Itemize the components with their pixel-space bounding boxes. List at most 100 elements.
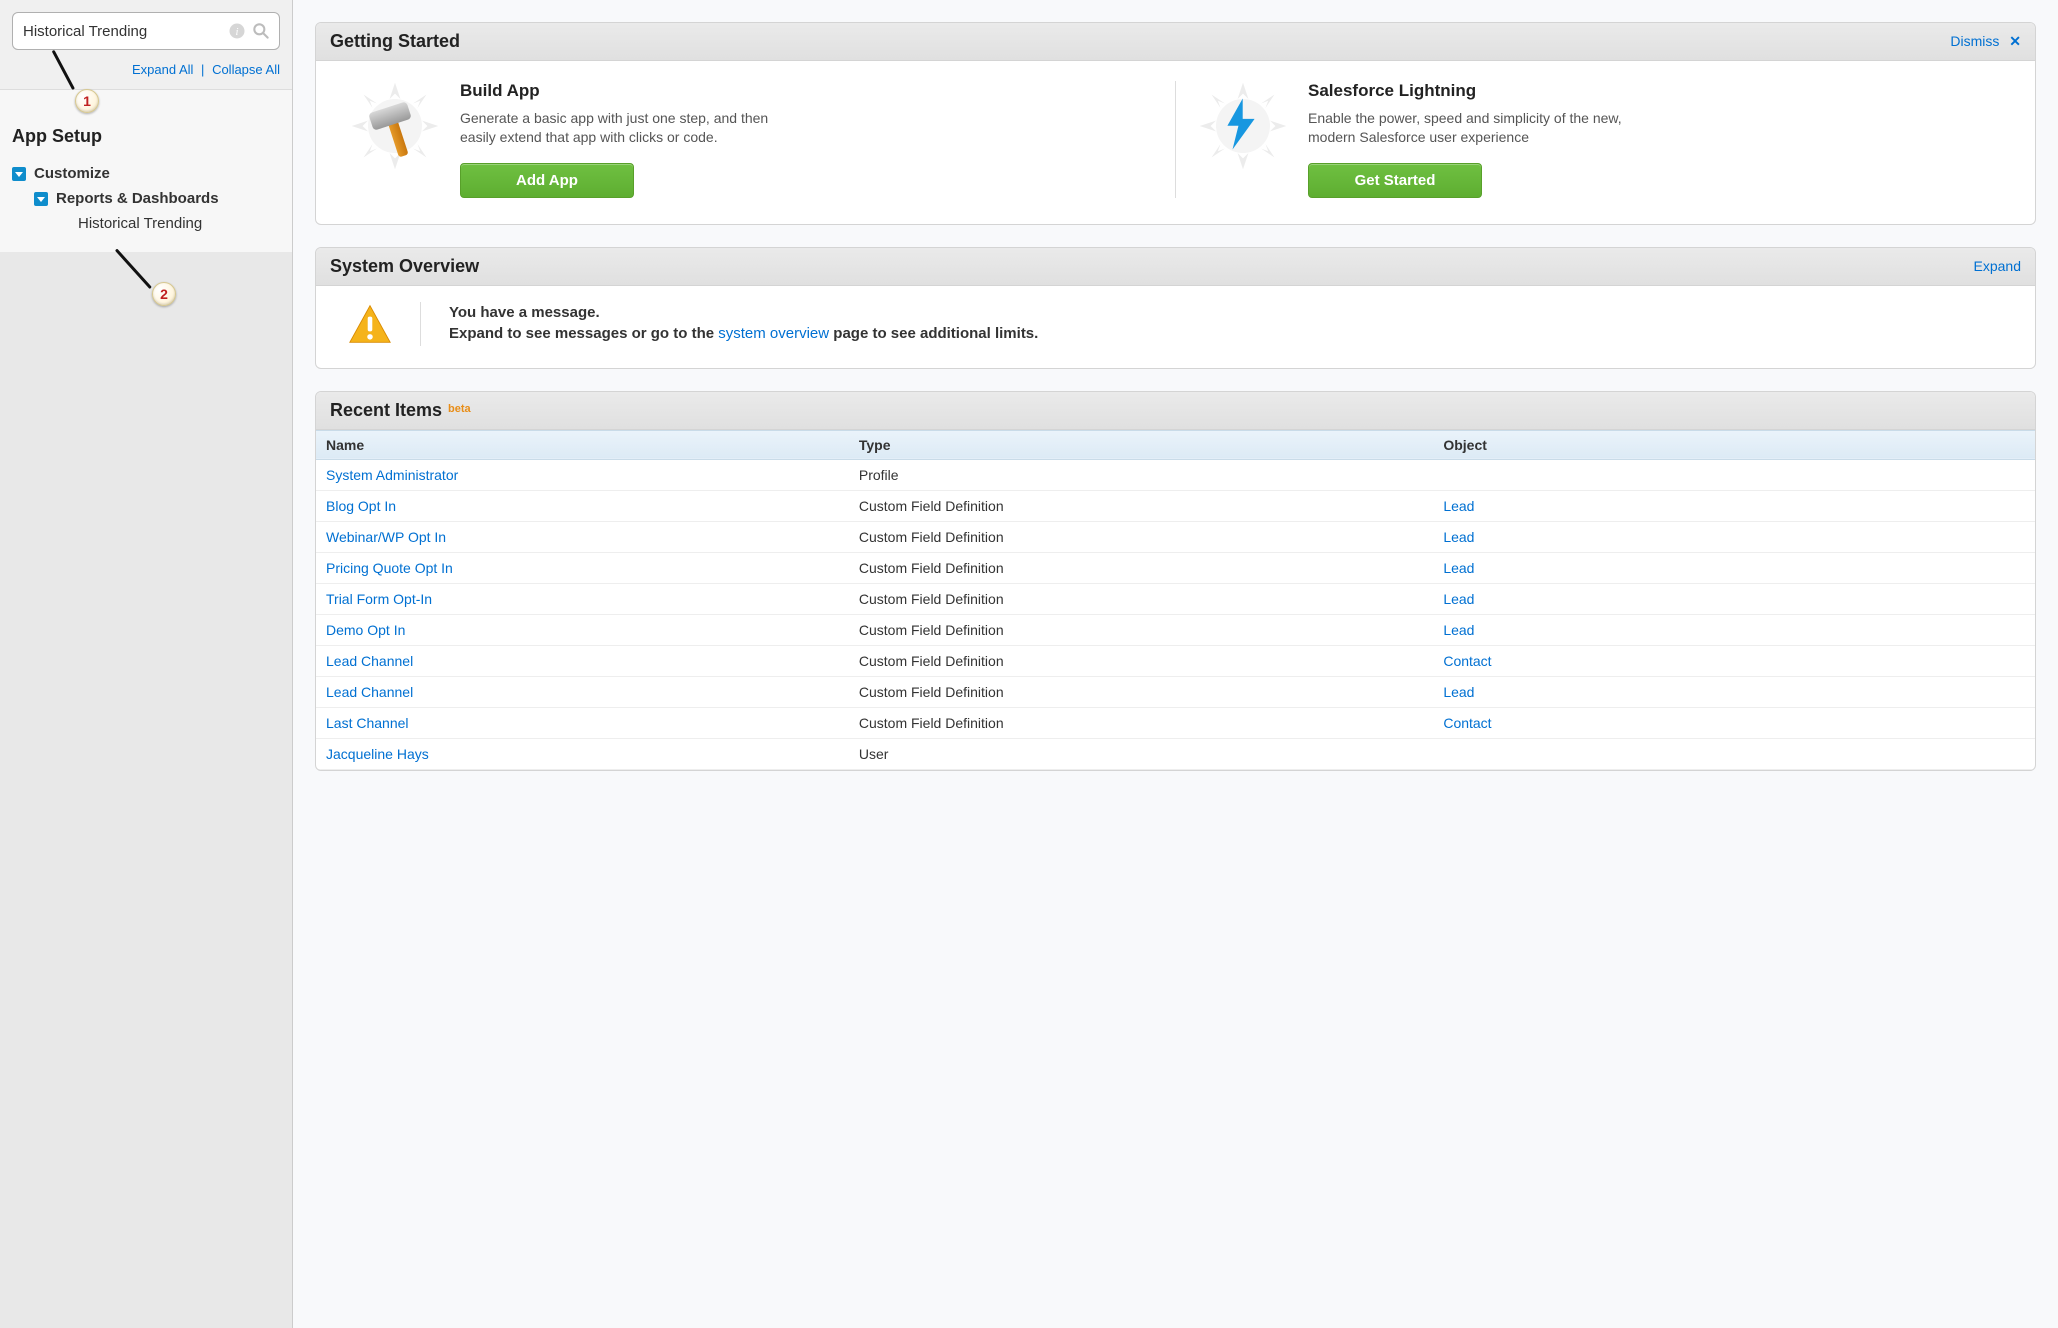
lightning-title: Salesforce Lightning <box>1308 81 1638 101</box>
recent-items-panel: Recent Items beta Name Type Object Syste… <box>315 391 2036 771</box>
main-content: Getting Started Dismiss ✕ Build App Gene… <box>293 0 2058 1328</box>
recent-item-object <box>1433 738 2035 769</box>
divider <box>420 302 421 346</box>
recent-item-type: Custom Field Definition <box>849 521 1433 552</box>
recent-item-type: Custom Field Definition <box>849 583 1433 614</box>
dismiss-link[interactable]: Dismiss ✕ <box>1950 33 2021 50</box>
annotation-arrow <box>115 248 152 289</box>
recent-item-object-link[interactable]: Lead <box>1443 591 1474 607</box>
recent-item-object-link[interactable]: Lead <box>1443 622 1474 638</box>
message-line2b: page to see additional limits. <box>829 325 1038 342</box>
table-row: System Administrator Profile <box>316 459 2035 490</box>
recent-item-name-link[interactable]: Blog Opt In <box>326 498 396 514</box>
salesforce-lightning-block: Salesforce Lightning Enable the power, s… <box>1176 81 2023 198</box>
tree-node-label: Customize <box>34 165 110 182</box>
table-row: Last Channel Custom Field Definition Conta… <box>316 707 2035 738</box>
panel-title: Recent Items beta <box>330 400 471 421</box>
table-row: Jacqueline Hays User <box>316 738 2035 769</box>
table-row: Lead Channel Custom Field Definition Conta… <box>316 645 2035 676</box>
getting-started-panel: Getting Started Dismiss ✕ Build App Gene… <box>315 22 2036 225</box>
recent-item-type: Profile <box>849 459 1433 490</box>
tree-node-label: Historical Trending <box>78 215 202 232</box>
recent-item-object <box>1433 459 2035 490</box>
system-overview-panel: System Overview Expand You have a messag… <box>315 247 2036 369</box>
recent-item-type: Custom Field Definition <box>849 645 1433 676</box>
table-row: Lead Channel Custom Field Definition Lead <box>316 676 2035 707</box>
recent-item-object-link[interactable]: Lead <box>1443 498 1474 514</box>
build-app-desc: Generate a basic app with just one step,… <box>460 109 790 147</box>
warning-icon <box>348 302 392 346</box>
table-row: Blog Opt In Custom Field Definition Lead <box>316 490 2035 521</box>
sidebar-tree: App Setup Customize Reports & Dashboards… <box>0 90 292 252</box>
panel-header: Getting Started Dismiss ✕ <box>316 23 2035 61</box>
recent-item-type: User <box>849 738 1433 769</box>
tree-node-customize[interactable]: Customize <box>12 161 280 186</box>
system-overview-message: You have a message. Expand to see messag… <box>449 302 1038 344</box>
col-type-header[interactable]: Type <box>849 430 1433 459</box>
recent-item-name-link[interactable]: Lead Channel <box>326 653 413 669</box>
recent-item-name-link[interactable]: System Administrator <box>326 467 458 483</box>
panel-title: Getting Started <box>330 31 460 52</box>
chevron-down-icon <box>34 192 48 206</box>
table-row: Webinar/WP Opt In Custom Field Definition… <box>316 521 2035 552</box>
recent-item-name-link[interactable]: Lead Channel <box>326 684 413 700</box>
build-app-block: Build App Generate a basic app with just… <box>328 81 1175 198</box>
hammer-starburst-icon <box>350 81 440 171</box>
recent-item-name-link[interactable]: Demo Opt In <box>326 622 405 638</box>
annotation-badge-1: 1 <box>75 89 99 113</box>
recent-item-object-link[interactable]: Contact <box>1443 715 1491 731</box>
expand-link[interactable]: Expand <box>1974 258 2021 274</box>
system-overview-link[interactable]: system overview <box>718 325 829 342</box>
recent-items-table: Name Type Object System Administrator Pro… <box>316 430 2035 770</box>
beta-badge: beta <box>448 403 471 415</box>
lightning-desc: Enable the power, speed and simplicity o… <box>1308 109 1638 147</box>
svg-text:i: i <box>235 26 238 38</box>
app-setup-heading: App Setup <box>12 126 280 147</box>
recent-item-name-link[interactable]: Webinar/WP Opt In <box>326 529 446 545</box>
get-started-button[interactable]: Get Started <box>1308 163 1482 198</box>
col-object-header[interactable]: Object <box>1433 430 2035 459</box>
panel-header: System Overview Expand <box>316 248 2035 286</box>
sidebar-search-region: i Expand All | Collapse All <box>0 0 292 90</box>
quick-find-input[interactable] <box>23 23 225 40</box>
separator: | <box>201 62 204 77</box>
tree-node-historical-trending[interactable]: Historical Trending <box>78 211 280 236</box>
info-icon[interactable]: i <box>225 19 249 43</box>
table-row: Demo Opt In Custom Field Definition Lead <box>316 614 2035 645</box>
table-row: Trial Form Opt-In Custom Field Definition… <box>316 583 2035 614</box>
search-icon[interactable] <box>249 19 273 43</box>
recent-item-name-link[interactable]: Pricing Quote Opt In <box>326 560 453 576</box>
add-app-button[interactable]: Add App <box>460 163 634 198</box>
collapse-all-link[interactable]: Collapse All <box>212 62 280 77</box>
message-line1: You have a message. <box>449 304 600 321</box>
lightning-starburst-icon <box>1198 81 1288 171</box>
build-app-title: Build App <box>460 81 790 101</box>
setup-sidebar: i Expand All | Collapse All App Setup Cu… <box>0 0 293 1328</box>
quick-find-box: i <box>12 12 280 50</box>
message-line2a: Expand to see messages or go to the <box>449 325 718 342</box>
recent-item-object-link[interactable]: Lead <box>1443 684 1474 700</box>
tree-node-reports-dashboards[interactable]: Reports & Dashboards <box>34 186 280 211</box>
recent-item-type: Custom Field Definition <box>849 676 1433 707</box>
recent-item-name-link[interactable]: Last Channel <box>326 715 409 731</box>
recent-item-type: Custom Field Definition <box>849 490 1433 521</box>
recent-item-name-link[interactable]: Trial Form Opt-In <box>326 591 432 607</box>
panel-header: Recent Items beta <box>316 392 2035 430</box>
dismiss-label: Dismiss <box>1950 33 1999 49</box>
expand-collapse-row: Expand All | Collapse All <box>12 50 280 77</box>
recent-item-name-link[interactable]: Jacqueline Hays <box>326 746 429 762</box>
table-row: Pricing Quote Opt InCustom Field Definit… <box>316 552 2035 583</box>
recent-item-object-link[interactable]: Lead <box>1443 529 1474 545</box>
close-icon: ✕ <box>2009 33 2021 49</box>
recent-item-object-link[interactable]: Contact <box>1443 653 1491 669</box>
recent-item-type: Custom Field Definition <box>849 707 1433 738</box>
tree-node-label: Reports & Dashboards <box>56 190 219 207</box>
recent-items-label: Recent Items <box>330 400 442 421</box>
recent-item-object-link[interactable]: Lead <box>1443 560 1474 576</box>
chevron-down-icon <box>12 167 26 181</box>
panel-title: System Overview <box>330 256 479 277</box>
expand-all-link[interactable]: Expand All <box>132 62 193 77</box>
col-name-header[interactable]: Name <box>316 430 849 459</box>
annotation-badge-2: 2 <box>152 282 176 306</box>
recent-item-type: Custom Field Definition <box>849 614 1433 645</box>
